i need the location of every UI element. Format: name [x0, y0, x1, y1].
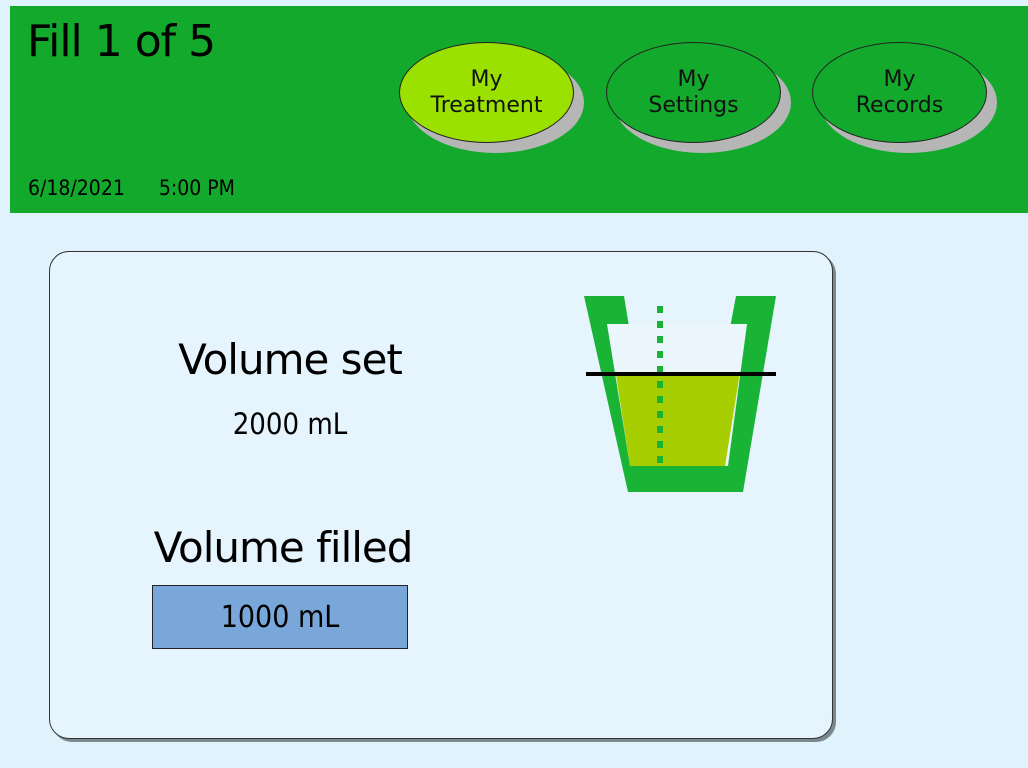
volume-set-label: Volume set: [178, 335, 403, 384]
volume-filled-value: 1000 mL: [152, 585, 408, 649]
my-records-line2: Records: [855, 92, 944, 118]
volume-filled-label: Volume filled: [153, 523, 414, 572]
date-time: 6/18/2021 5:00 PM: [28, 174, 235, 202]
my-settings-line2: Settings: [648, 92, 739, 118]
fill-status-title: Fill 1 of 5: [27, 16, 216, 67]
my-treatment-line2: Treatment: [430, 92, 543, 118]
my-treatment-line1: My: [470, 66, 503, 92]
my-settings-button[interactable]: My Settings: [606, 42, 793, 155]
graduated-cup-icon: [584, 296, 776, 492]
time-text: 5:00 PM: [158, 176, 235, 200]
my-treatment-button[interactable]: My Treatment: [399, 42, 586, 155]
my-settings-line1: My: [677, 66, 710, 92]
top-bar: Fill 1 of 5 My Treatment My Settings My …: [10, 6, 1028, 213]
my-records-button[interactable]: My Records: [812, 42, 999, 155]
volume-set-value: 2000 mL: [232, 407, 348, 441]
date-text: 6/18/2021: [28, 176, 125, 200]
my-records-line1: My: [883, 66, 916, 92]
